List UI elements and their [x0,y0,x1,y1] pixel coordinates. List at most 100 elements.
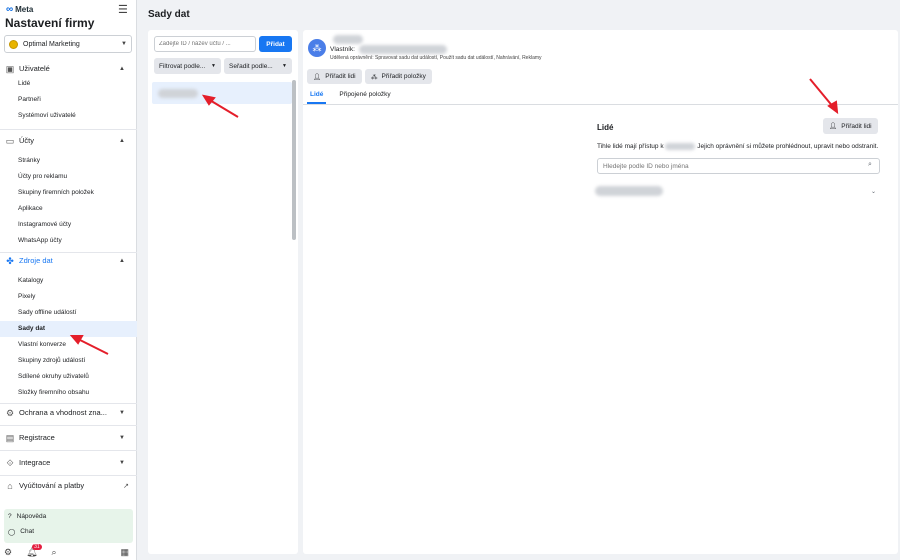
nav-section-accounts: ▭ Účty ▲ Stránky Účty pro reklamu Skupin… [0,133,137,249]
nav-item-partners[interactable]: Partneři [0,92,137,108]
caret-down-icon: ▼ [282,63,287,69]
dataset-list-item[interactable] [152,82,292,104]
nav-item-apps[interactable]: Aplikace [0,201,137,217]
add-person-icon: 👤︎ [829,123,838,130]
nav-item-offline-event-sets[interactable]: Sady offline událostí [0,305,137,321]
nav-head-accounts[interactable]: ▭ Účty ▲ [0,133,137,148]
business-avatar [9,39,18,49]
nav-item-instagram-accounts[interactable]: Instagramové účty [0,217,137,233]
app-title: Nastavení firmy [5,16,95,30]
chat-link[interactable]: ◯ Chat [4,524,133,539]
redacted-owner-name [359,45,447,54]
nav-item-ad-accounts[interactable]: Účty pro reklamu [0,169,137,185]
gear-icon[interactable]: ⚙ [4,547,12,558]
meta-logo[interactable]: ∞ Meta [6,4,33,15]
divider [0,403,137,404]
data-sources-icon: ✤ [6,255,14,266]
business-selector[interactable]: Optimal Marketing ▼ [4,35,132,53]
external-link-icon: ↗ [123,482,129,490]
redacted-dataset-title [333,35,363,44]
chevron-down-icon[interactable]: ⌄ [871,188,876,195]
accounts-icon: ▭ [5,135,15,146]
chevron-up-icon: ▲ [119,137,125,144]
sort-dropdown[interactable]: Seřadit podle... ▼ [224,58,292,74]
chevron-up-icon: ▲ [119,257,125,264]
people-assign-button[interactable]: 👤︎ Přiřadit lidi [823,118,878,134]
add-person-icon: 👤︎ [313,73,322,81]
bank-icon: ⌂ [7,480,13,491]
caret-down-icon: ▼ [121,41,127,47]
add-dataset-button[interactable]: Přidat [259,36,292,52]
meta-infinity-icon: ∞ [6,4,14,15]
nav-item-business-creative-folders[interactable]: Složky firemního obsahu [0,385,137,401]
detail-tabs: Lidé Připojené položky [307,88,394,104]
divider [0,129,137,130]
filter-dropdown[interactable]: Filtrovat podle... ▼ [154,58,221,74]
nav-section-billing: ⌂ Vyúčtování a platby ↗ [0,478,137,493]
nav-section-protection: ⚙ Ochrana a vhodnost zna... ▼ [0,405,137,420]
nav-item-shared-audiences[interactable]: Sdílené okruhy uživatelů [0,369,137,385]
scrollbar[interactable] [292,80,296,240]
redacted-dataset-name [158,89,198,98]
assets-icon: ⁂ [371,73,378,81]
dataset-search-input[interactable] [154,36,256,52]
nav-item-whatsapp-accounts[interactable]: WhatsApp účty [0,233,137,249]
nav-item-custom-conversions[interactable]: Vlastní konverze [0,337,137,353]
question-icon: ? [8,513,12,520]
help-box: ? Nápověda ◯ Chat [4,509,133,543]
divider [0,425,137,426]
nav-section-data-sources: ✤ Zdroje dat ▲ Katalogy Pixely Sady offl… [0,253,137,401]
nav-section-integrations: ⟐ Integrace ▼ [0,455,137,470]
sidebar: ∞ Meta ☰ Nastavení firmy Optimal Marketi… [0,0,137,560]
chevron-up-icon: ▲ [119,65,125,72]
users-icon: ▣ [5,63,15,74]
redacted-person-row[interactable] [595,186,663,196]
owner-label: Vlastník: [330,46,355,53]
nav-head-billing[interactable]: ⌂ Vyúčtování a platby ↗ [0,478,137,493]
nav-section-users: ▣ Uživatelé ▲ Lidé Partneři Systémoví už… [0,61,137,124]
divider [0,475,137,476]
search-icon[interactable]: ⌕ [52,547,57,558]
nav-item-pages[interactable]: Stránky [0,153,137,169]
chevron-down-icon: ▼ [119,459,125,466]
nav-item-catalogs[interactable]: Katalogy [0,273,137,289]
grid-icon[interactable]: ▦ [120,547,129,558]
nav-head-data-sources[interactable]: ✤ Zdroje dat ▲ [0,253,137,268]
bell-icon[interactable]: 🔔︎ 31 [26,543,42,558]
nav-section-registration: ▤ Registrace ▼ [0,430,137,445]
chat-bubble-icon: ◯ [8,528,16,536]
nav-item-people[interactable]: Lidé [0,76,137,92]
chevron-down-icon: ▼ [119,434,125,441]
nav-head-users[interactable]: ▣ Uživatelé ▲ [0,61,137,76]
assign-people-button[interactable]: 👤︎ Přiřadit lidi [307,69,362,84]
nav-head-integrations[interactable]: ⟐ Integrace ▼ [0,455,137,470]
integrations-icon: ⟐ [6,457,14,468]
bottom-toolbar: ⚙ 🔔︎ 31 ⌕ ▦ [4,543,133,558]
help-link[interactable]: ? Nápověda [4,509,133,524]
caret-down-icon: ▼ [211,63,216,69]
nav-item-system-users[interactable]: Systémoví uživatelé [0,108,137,124]
nav-item-event-source-groups[interactable]: Skupiny zdrojů událostí [0,353,137,369]
shield-icon: ⚙ [5,407,15,418]
divider [0,450,137,451]
registration-icon: ▤ [5,432,15,443]
people-section-title: Lidé [597,123,614,132]
tab-people[interactable]: Lidé [307,88,327,104]
redacted-dataset-name [665,143,696,150]
dataset-detail-panel: ⁂ Vlastník: Udělená oprávnění: Spravovat… [303,30,898,554]
page-title: Sady dat [148,9,190,20]
people-description: Tihle lidé mají přístup k Jejich oprávně… [597,143,879,151]
nav-item-datasets[interactable]: Sady dat [0,321,137,337]
menu-icon[interactable]: ☰ [118,3,128,16]
people-search-input[interactable] [597,158,880,174]
nav-head-registration[interactable]: ▤ Registrace ▼ [0,430,137,445]
nav-item-pixels[interactable]: Pixely [0,289,137,305]
tab-connected-assets[interactable]: Připojené položky [336,88,393,104]
nav-head-protection[interactable]: ⚙ Ochrana a vhodnost zna... ▼ [0,405,137,420]
business-name: Optimal Marketing [23,40,80,48]
nav-item-business-asset-groups[interactable]: Skupiny firemních položek [0,185,137,201]
assign-assets-button[interactable]: ⁂ Přiřadit položky [365,69,432,84]
notification-badge: 31 [32,543,42,550]
search-icon: ⌕ [868,161,872,168]
dataset-list-panel: Přidat Filtrovat podle... ▼ Seřadit podl… [148,30,298,554]
